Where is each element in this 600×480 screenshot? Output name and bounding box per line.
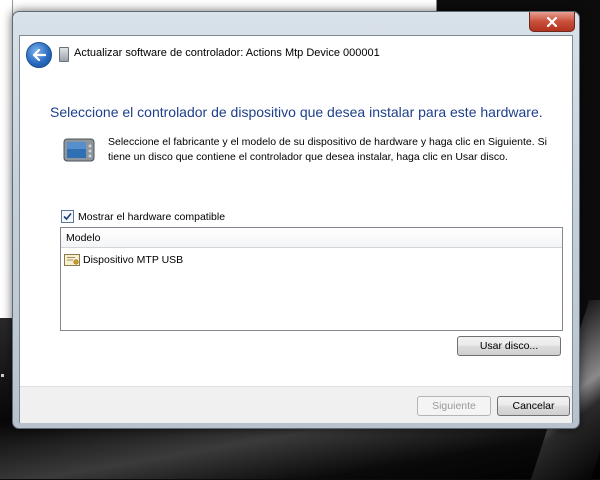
driver-update-dialog: Actualizar software de controlador: Acti… <box>12 11 580 429</box>
certificate-driver-icon <box>64 254 80 266</box>
list-item-label: Dispositivo MTP USB <box>83 254 184 266</box>
checkbox-box[interactable] <box>61 210 74 223</box>
compatible-hardware-checkbox[interactable]: Mostrar el hardware compatible <box>61 210 225 223</box>
checkmark-icon <box>63 212 72 221</box>
next-button[interactable]: Siguiente <box>417 396 491 416</box>
back-arrow-icon <box>32 49 46 61</box>
close-button[interactable] <box>529 12 575 32</box>
list-item[interactable]: Dispositivo MTP USB <box>61 251 562 269</box>
compatible-hardware-label[interactable]: Mostrar el hardware compatible <box>78 211 225 223</box>
dialog-header: Actualizar software de controlador: Acti… <box>20 36 572 71</box>
column-header-model[interactable]: Modelo <box>61 228 562 248</box>
instructions-text: Seleccione el fabricante y el modelo de … <box>108 136 547 163</box>
back-button[interactable] <box>26 42 52 68</box>
use-disk-button[interactable]: Usar disco... <box>457 336 561 356</box>
dialog-content: Actualizar software de controlador: Acti… <box>19 35 573 423</box>
window-title: Actualizar software de controlador: Acti… <box>74 47 380 59</box>
device-icon-small <box>59 47 69 62</box>
model-list[interactable]: Modelo Dispositivo MTP USB <box>60 227 563 331</box>
close-icon <box>546 16 558 27</box>
cancel-button[interactable]: Cancelar <box>497 396 570 416</box>
page-heading: Seleccione el controlador de dispositivo… <box>50 104 543 120</box>
portable-device-icon <box>63 138 95 162</box>
